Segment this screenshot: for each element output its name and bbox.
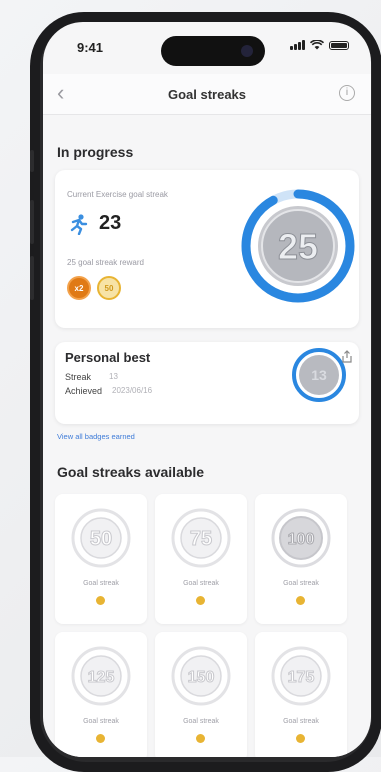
badge-number: 100 <box>288 531 315 548</box>
tile-label: Goal streak <box>83 580 119 587</box>
tile-label: Goal streak <box>183 580 219 587</box>
badge-100-icon: 100 <box>271 508 331 568</box>
page-title: Goal streaks <box>167 87 247 102</box>
badge-number: 150 <box>188 669 215 686</box>
tile-label: Goal streak <box>183 718 219 725</box>
target-badge-number: 25 <box>278 226 318 267</box>
coin-icon <box>96 734 105 743</box>
coin-icon <box>296 596 305 605</box>
coin-icon <box>96 596 105 605</box>
streak-progress-ring: 25 <box>241 189 355 303</box>
phone-screen: 9:41 ‹ Goal streaks i In progress Curren… <box>43 22 371 757</box>
dynamic-island <box>161 36 265 66</box>
tile-label: Goal streak <box>283 718 319 725</box>
goal-streak-tile-175[interactable]: 175 Goal streak <box>255 632 347 757</box>
coin-icon <box>196 596 205 605</box>
goal-streak-tile-150[interactable]: 150 Goal streak <box>155 632 247 757</box>
info-icon[interactable]: i <box>339 85 355 101</box>
badge-number: 75 <box>190 528 212 550</box>
available-badges-grid: 50 Goal streak 75 Goal streak 100 Goal s… <box>55 494 351 757</box>
tile-label: Goal streak <box>283 580 319 587</box>
view-badges-link[interactable]: View all badges earned <box>57 432 135 441</box>
achieved-label: Achieved <box>65 386 103 396</box>
badge-number: 175 <box>288 669 315 686</box>
current-streak-value: 23 <box>99 212 122 234</box>
badge-125-icon: 125 <box>71 646 131 706</box>
personal-best-heading: Personal best <box>65 350 151 365</box>
personal-best-badge: 13 <box>292 348 346 402</box>
personal-best-card[interactable]: Personal best Streak 13 Achieved 2023/06… <box>55 342 359 424</box>
coin-icon <box>296 734 305 743</box>
goal-streak-tile-100[interactable]: 100 Goal streak <box>255 494 347 624</box>
status-bar: 9:41 <box>43 22 371 72</box>
navigation-bar: ‹ Goal streaks i <box>43 74 371 115</box>
badge-75-icon: 75 <box>171 508 231 568</box>
achieved-value: 2023/06/16 <box>112 386 153 395</box>
share-icon[interactable] <box>341 350 353 364</box>
multiplier-coin-icon: x2 <box>67 276 91 300</box>
coin-icon <box>196 734 205 743</box>
badge-number: 125 <box>88 669 115 686</box>
status-time: 9:41 <box>77 40 104 55</box>
badge-50-icon: 50 <box>71 508 131 568</box>
reward-label: 25 goal streak reward <box>67 258 144 267</box>
signal-icon <box>290 40 305 50</box>
volume-up-button <box>30 200 34 244</box>
goal-streak-tile-75[interactable]: 75 Goal streak <box>155 494 247 624</box>
current-streak-label: Current Exercise goal streak <box>67 190 168 199</box>
streak-label: Streak <box>65 372 92 382</box>
badge-150-icon: 150 <box>171 646 231 706</box>
streak-value: 13 <box>109 372 118 381</box>
system-icons <box>290 40 349 50</box>
badge-number: 50 <box>90 528 112 550</box>
points-coin-icon: 50 <box>97 276 121 300</box>
personal-best-badge-number: 13 <box>311 367 327 383</box>
wifi-icon <box>310 40 324 50</box>
reward-coins: x2 50 <box>67 276 121 300</box>
goal-streak-tile-50[interactable]: 50 Goal streak <box>55 494 147 624</box>
running-icon <box>70 213 88 235</box>
available-heading: Goal streaks available <box>57 464 205 480</box>
in-progress-heading: In progress <box>57 144 134 160</box>
battery-icon <box>329 40 349 50</box>
goal-streak-tile-125[interactable]: 125 Goal streak <box>55 632 147 757</box>
silent-switch <box>30 150 34 172</box>
current-streak-card[interactable]: Current Exercise goal streak 23 25 goal … <box>55 170 359 328</box>
volume-down-button <box>30 256 34 300</box>
tile-label: Goal streak <box>83 718 119 725</box>
badge-175-icon: 175 <box>271 646 331 706</box>
